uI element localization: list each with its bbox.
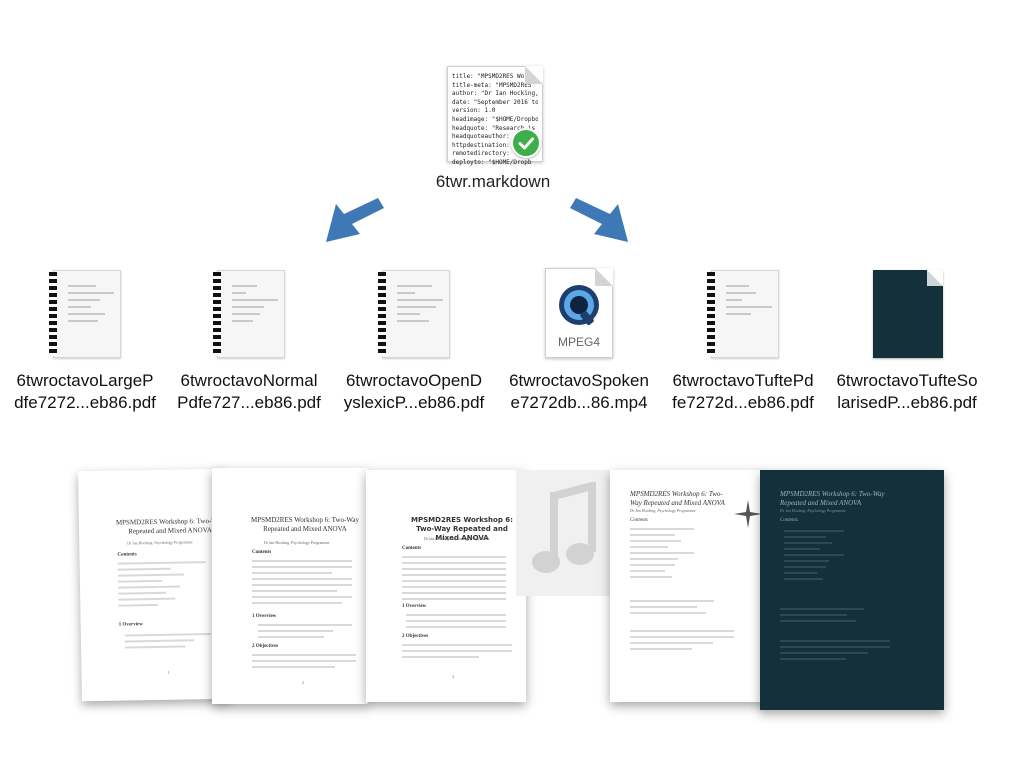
arrow-down-left-icon (326, 198, 384, 242)
preview-section: 1 Overview (402, 604, 427, 609)
preview-title: MPSMD2RES Workshop 6: Two-Way Repeated a… (630, 490, 725, 507)
preview-subtitle: Dr Ian Hocking, Psychology Programme (630, 508, 696, 513)
pdf-preview-normal[interactable]: MPSMD2RES Workshop 6: Two-Way Repeated a… (212, 468, 368, 704)
file-name-line1: 6twroctavoTuftePd (672, 371, 814, 390)
file-name-line1: 6twroctavoNormal (180, 371, 318, 390)
preview-heading: Contents (117, 552, 137, 558)
pdf-document-icon (213, 268, 285, 358)
page-number: 1 (167, 669, 170, 675)
pdf-preview-tufte[interactable]: MPSMD2RES Workshop 6: Two-Way Repeated a… (610, 470, 766, 702)
code-line: deployto: "$HOME/Dropb (452, 158, 532, 166)
pdf-document-icon (707, 268, 779, 358)
file-name-line2: yslexicP...eb86.pdf (343, 393, 485, 412)
file-item[interactable]: 6twroctavoTufteSo larisedP...eb86.pdf (826, 268, 988, 414)
arrow-down-right-icon (570, 198, 628, 242)
page-number: 3 (452, 674, 454, 679)
file-item[interactable]: 6twroctavoNormal Pdfe727...eb86.pdf (168, 268, 330, 414)
source-filename[interactable]: 6twr.markdown (380, 172, 606, 192)
checkmark-icon (511, 128, 541, 158)
page-number: 2 (302, 680, 304, 685)
pdf-document-icon (378, 268, 450, 358)
markdown-file-icon[interactable]: title: "MPSMD2RES Work title-meta: "MPSMD… (447, 66, 543, 166)
music-note-icon (532, 482, 596, 573)
file-name-line2: dfe7272...eb86.pdf (14, 393, 156, 412)
code-line: headimage: "$HOME/Dropbox/CCCU (452, 115, 538, 123)
preview-section: 1 Overview (252, 614, 277, 619)
file-name-line1: 6twroctavoTufteSo (836, 371, 978, 390)
preview-heading: Contents (252, 550, 272, 555)
mpeg4-badge: MPEG4 (557, 335, 600, 349)
preview-section: 1 Overview (118, 622, 144, 628)
preview-subtitle: Dr Ian Hocking, Psychology Programme (264, 540, 330, 545)
file-item[interactable]: 6twroctavoOpenD yslexicP...eb86.pdf (333, 268, 495, 414)
file-name-line1: 6twroctavoLargeP (16, 371, 154, 390)
pdf-preview-open-dyslexic[interactable]: MPSMD2RES Workshop 6: Two-Way Repeated a… (366, 470, 526, 702)
file-item[interactable]: MPEG4 6twroctavoSpoken e7272db...86.mp4 (498, 268, 660, 414)
file-item[interactable]: 6twroctavoTuftePd fe7272d...eb86.pdf (662, 268, 824, 414)
quicktime-mpeg4-icon: MPEG4 (543, 268, 615, 358)
media-preview[interactable] (516, 470, 612, 596)
preview-heading: Contents (630, 518, 648, 523)
code-line: version: 1.0 (452, 107, 496, 115)
pdf-document-icon (49, 268, 121, 358)
code-line: date: "September 2016 to April (452, 98, 538, 106)
preview-subtitle: Dr Ian Hocking, Psychology Programme (127, 539, 193, 546)
compass-rose-icon (734, 500, 762, 528)
file-name-line2: fe7272d...eb86.pdf (672, 393, 814, 412)
file-name-line1: 6twroctavoSpoken (509, 371, 649, 390)
preview-heading: Contents (780, 518, 798, 523)
pdf-preview-large[interactable]: MPSMD2RES Workshop 6: Two-Way Repeated a… (78, 468, 230, 702)
preview-heading: Contents (402, 546, 422, 551)
file-item[interactable]: 6twroctavoLargeP dfe7272...eb86.pdf (4, 268, 166, 414)
dark-pdf-document-icon (871, 268, 943, 358)
preview-title: MPSMD2RES Workshop 6: Two-Way Repeated a… (115, 516, 224, 536)
file-name-line2: Pdfe727...eb86.pdf (177, 393, 321, 412)
file-name-line1: 6twroctavoOpenD (345, 371, 483, 390)
file-name-line2: e7272db...86.mp4 (510, 393, 648, 412)
preview-title: MPSMD2RES Workshop 6: Two-Way Repeated a… (780, 490, 885, 507)
preview-section-2: 2 Objectives (252, 644, 279, 649)
preview-subtitle: Dr Ian Hocking, Psychology Programme (424, 536, 490, 541)
file-name-line2: larisedP...eb86.pdf (837, 393, 977, 412)
preview-title: MPSMD2RES Workshop 6: Two-Way Repeated a… (251, 516, 359, 533)
preview-subtitle: Dr Ian Hocking, Psychology Programme (780, 508, 846, 513)
preview-section-2: 2 Objectives (402, 634, 429, 639)
pdf-preview-tufte-solarised[interactable]: MPSMD2RES Workshop 6: Two-Way Repeated a… (760, 470, 944, 710)
code-line: author: "Dr Ian Hocking, Psyc (452, 90, 538, 98)
